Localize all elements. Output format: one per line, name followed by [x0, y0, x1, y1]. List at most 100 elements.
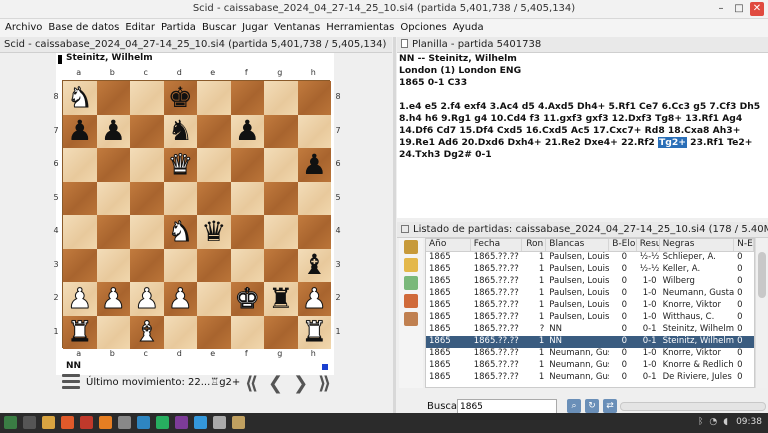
- square-a5[interactable]: [63, 181, 97, 215]
- menu-base-de-datos[interactable]: Base de datos: [47, 19, 124, 37]
- white-knight-icon[interactable]: ♞: [167, 217, 193, 246]
- square-f3[interactable]: [230, 248, 264, 282]
- white-rook-icon[interactable]: ♜: [67, 317, 93, 346]
- last-move-button[interactable]: ⟫: [318, 373, 331, 394]
- text-icon[interactable]: [194, 416, 207, 429]
- square-b3[interactable]: [96, 248, 130, 282]
- column-black-elo[interactable]: N-E: [734, 239, 754, 251]
- column-black[interactable]: Negras: [660, 239, 735, 251]
- minimize-icon[interactable]: –: [714, 2, 728, 16]
- board-icon[interactable]: [404, 312, 418, 326]
- white-bishop-icon[interactable]: ♝: [134, 317, 160, 346]
- white-rook-icon[interactable]: ♜: [301, 317, 327, 346]
- white-pawn-icon[interactable]: ♟: [100, 284, 126, 313]
- menu-archivo[interactable]: Archivo: [4, 19, 47, 37]
- square-h8[interactable]: [297, 81, 331, 115]
- square-c1[interactable]: ♝: [130, 315, 164, 349]
- black-knight-icon[interactable]: ♞: [168, 117, 193, 145]
- search-icon[interactable]: [404, 258, 418, 272]
- square-c5[interactable]: [130, 181, 164, 215]
- white-pawn-icon[interactable]: ♟: [67, 284, 93, 313]
- table-row[interactable]: 1865 1865.??.??? NN 0 0-1 Steinitz, Wilhelm 0: [426, 324, 754, 336]
- square-a3[interactable]: [63, 248, 97, 282]
- white-pawn-icon[interactable]: ♟: [134, 284, 160, 313]
- spreadsheet-icon[interactable]: [156, 416, 169, 429]
- column-white[interactable]: Blancas: [546, 239, 609, 251]
- square-e4[interactable]: ♛: [197, 215, 231, 249]
- column-round[interactable]: Ron: [522, 239, 547, 251]
- square-c3[interactable]: [130, 248, 164, 282]
- square-b4[interactable]: [96, 215, 130, 249]
- square-a8[interactable]: ♞: [63, 81, 97, 115]
- games-list-hscroll[interactable]: [620, 402, 766, 411]
- white-queen-icon[interactable]: ♛: [167, 150, 193, 179]
- menu-ayuda[interactable]: Ayuda: [452, 19, 489, 37]
- square-c2[interactable]: ♟: [130, 282, 164, 316]
- square-f4[interactable]: [230, 215, 264, 249]
- black-pawn-icon[interactable]: ♟: [67, 117, 92, 145]
- square-d4[interactable]: ♞: [163, 215, 197, 249]
- square-f5[interactable]: [230, 181, 264, 215]
- table-row[interactable]: 1865 1865.??.?? 1 Neumann, Gustav 0 1-0 Knorre…: [426, 348, 754, 360]
- square-e2[interactable]: [197, 282, 231, 316]
- square-a2[interactable]: ♟: [63, 282, 97, 316]
- volume-icon[interactable]: ◖: [723, 417, 728, 427]
- games-list-scrollbar[interactable]: [755, 238, 767, 388]
- square-g2[interactable]: ♜: [264, 282, 298, 316]
- white-pawn-icon[interactable]: ♟: [301, 284, 327, 313]
- black-bishop-icon[interactable]: ♝: [302, 251, 327, 279]
- moves-text[interactable]: 1.e4 e5 2.f4 exf4 3.Ac4 d5 4.Axd5 Dh4+ 5…: [397, 101, 768, 161]
- pane-divider[interactable]: [393, 37, 396, 413]
- column-result[interactable]: Resu: [637, 239, 660, 251]
- browser-icon[interactable]: [61, 416, 74, 429]
- menu-ventanas[interactable]: Ventanas: [273, 19, 325, 37]
- current-move[interactable]: Tg2+: [658, 137, 687, 148]
- telegram-icon[interactable]: [137, 416, 150, 429]
- square-b8[interactable]: [96, 81, 130, 115]
- folder-icon[interactable]: [42, 416, 55, 429]
- square-e6[interactable]: [197, 148, 231, 182]
- square-e8[interactable]: [197, 81, 231, 115]
- desktop-icon[interactable]: [23, 416, 36, 429]
- menu-jugar[interactable]: Jugar: [241, 19, 273, 37]
- square-d2[interactable]: ♟: [163, 282, 197, 316]
- menu-opciones[interactable]: Opciones: [399, 19, 451, 37]
- search-filter-icon[interactable]: ⌕: [567, 399, 581, 413]
- square-h6[interactable]: ♟: [297, 148, 331, 182]
- menu-editar[interactable]: Editar: [124, 19, 160, 37]
- square-b7[interactable]: ♟: [96, 114, 130, 148]
- menu-buscar[interactable]: Buscar: [201, 19, 241, 37]
- menu-herramientas[interactable]: Herramientas: [325, 19, 399, 37]
- square-h7[interactable]: [297, 114, 331, 148]
- white-pawn-icon[interactable]: ♟: [167, 284, 193, 313]
- square-g8[interactable]: [264, 81, 298, 115]
- square-c6[interactable]: [130, 148, 164, 182]
- square-b2[interactable]: ♟: [96, 282, 130, 316]
- network-icon[interactable]: ◔: [709, 417, 717, 427]
- square-b1[interactable]: [96, 315, 130, 349]
- square-g5[interactable]: [264, 181, 298, 215]
- table-row[interactable]: 1865 1865.??.?? 1 NN 0 0-1 Steinitz, Wilhelm 0: [426, 336, 754, 348]
- square-c4[interactable]: [130, 215, 164, 249]
- negate-filter-icon[interactable]: ⇄: [603, 399, 617, 413]
- black-king-icon[interactable]: ♚: [168, 83, 193, 112]
- square-f2[interactable]: ♚: [230, 282, 264, 316]
- square-g4[interactable]: [264, 215, 298, 249]
- maximize-icon[interactable]: □: [732, 2, 746, 16]
- black-rook-icon[interactable]: ♜: [268, 284, 293, 313]
- next-move-button[interactable]: ❯: [293, 373, 308, 394]
- first-move-button[interactable]: ⟪: [245, 373, 258, 394]
- square-e1[interactable]: [197, 315, 231, 349]
- table-row[interactable]: 1865 1865.??.?? 1 Paulsen, Louis 0 1-0 Witthau…: [426, 312, 754, 324]
- square-h3[interactable]: ♝: [297, 248, 331, 282]
- scroll-thumb[interactable]: [758, 252, 766, 298]
- column-year[interactable]: Año: [426, 239, 471, 251]
- black-pawn-icon[interactable]: ♟: [101, 117, 126, 145]
- square-e5[interactable]: [197, 181, 231, 215]
- square-f1[interactable]: [230, 315, 264, 349]
- square-g6[interactable]: [264, 148, 298, 182]
- square-d8[interactable]: ♚: [163, 81, 197, 115]
- column-white-elo[interactable]: B-Elo: [609, 239, 637, 251]
- app-icon[interactable]: [80, 416, 93, 429]
- square-d7[interactable]: ♞: [163, 114, 197, 148]
